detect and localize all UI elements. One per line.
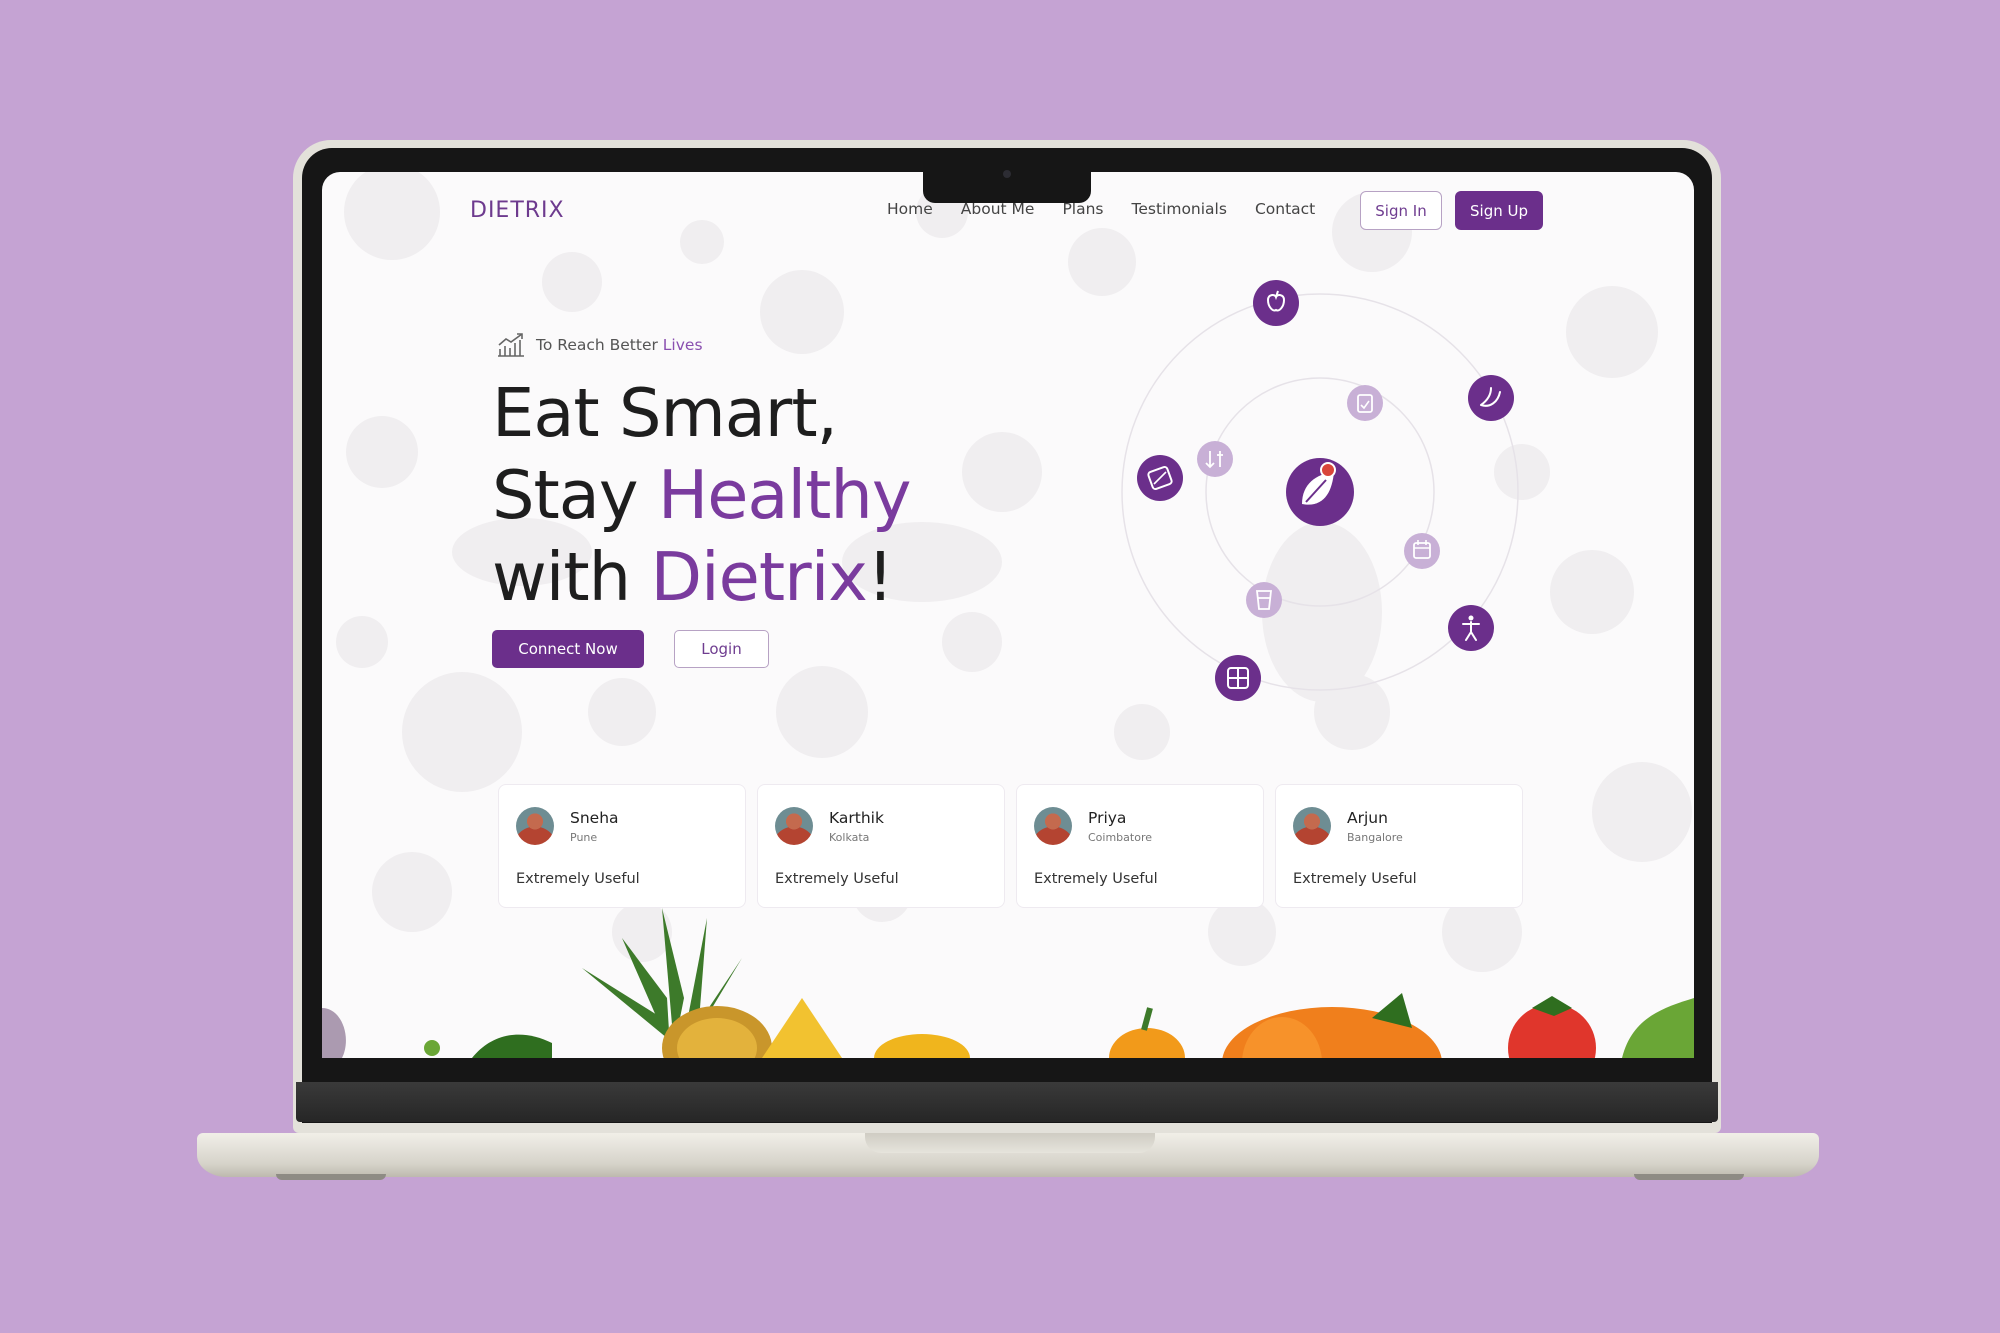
laptop-chin bbox=[296, 1082, 1718, 1122]
avatar bbox=[516, 807, 554, 845]
testimonial-card[interactable]: Karthik Kolkata Extremely Useful bbox=[757, 784, 1005, 908]
growth-chart-icon bbox=[498, 333, 524, 357]
headline-line-2: Stay Healthy bbox=[492, 454, 912, 536]
hero-headline: Eat Smart, Stay Healthy with Dietrix! bbox=[492, 372, 912, 618]
hero-section: To Reach Better Lives Eat Smart, Stay He… bbox=[492, 332, 912, 668]
headline-line-3-prefix: with bbox=[492, 538, 651, 616]
review-text: Extremely Useful bbox=[775, 871, 899, 887]
leaf-logo-icon bbox=[1286, 458, 1354, 526]
brand-logo[interactable]: DIETRIX bbox=[470, 198, 565, 223]
reviewer-name: Priya bbox=[1088, 809, 1127, 827]
nav-link-home[interactable]: Home bbox=[887, 200, 933, 218]
laptop-screen: DIETRIX Home About Me Plans Testimonials… bbox=[322, 172, 1694, 1058]
testimonial-cards: Sneha Pune Extremely Useful Karthik Kolk… bbox=[498, 784, 1523, 908]
fitness-icon[interactable] bbox=[1448, 605, 1494, 651]
reviewer-city: Bangalore bbox=[1347, 831, 1403, 844]
sort-icon[interactable] bbox=[1197, 441, 1233, 477]
testimonial-card[interactable]: Priya Coimbatore Extremely Useful bbox=[1016, 784, 1264, 908]
clipboard-icon[interactable] bbox=[1347, 385, 1383, 421]
nav-link-contact[interactable]: Contact bbox=[1255, 200, 1315, 218]
testimonial-card[interactable]: Arjun Bangalore Extremely Useful bbox=[1275, 784, 1523, 908]
tagline-accent: Lives bbox=[662, 336, 703, 354]
headline-line-3-suffix: ! bbox=[866, 538, 894, 616]
sign-up-button[interactable]: Sign Up bbox=[1455, 191, 1543, 230]
reviewer-name: Sneha bbox=[570, 809, 619, 827]
tagline-text: To Reach Better bbox=[536, 336, 663, 354]
orbit-illustration bbox=[1121, 280, 1519, 701]
glass-icon[interactable] bbox=[1246, 582, 1282, 618]
reviewer-city: Kolkata bbox=[829, 831, 870, 844]
avatar bbox=[775, 807, 813, 845]
reviewer-city: Pune bbox=[570, 831, 598, 844]
hero-tagline: To Reach Better Lives bbox=[496, 332, 910, 358]
apple-icon[interactable] bbox=[1253, 280, 1299, 326]
login-button[interactable]: Login bbox=[674, 630, 769, 668]
laptop-foot-left bbox=[276, 1174, 386, 1180]
review-text: Extremely Useful bbox=[516, 871, 640, 887]
avatar bbox=[1034, 807, 1072, 845]
headline-line-2-prefix: Stay bbox=[492, 456, 658, 534]
reviewer-name: Arjun bbox=[1347, 809, 1388, 827]
review-text: Extremely Useful bbox=[1034, 871, 1158, 887]
headline-line-3: with Dietrix! bbox=[492, 536, 910, 618]
headline-line-1: Eat Smart, bbox=[492, 374, 838, 452]
nav-link-testimonials[interactable]: Testimonials bbox=[1132, 200, 1227, 218]
connect-now-button[interactable]: Connect Now bbox=[492, 630, 644, 668]
reviewer-city: Coimbatore bbox=[1088, 831, 1152, 844]
headline-line-3-accent: Dietrix bbox=[650, 538, 868, 616]
percent-tag-icon[interactable] bbox=[1137, 455, 1183, 501]
laptop-opening-lip bbox=[865, 1133, 1155, 1153]
calendar-icon[interactable] bbox=[1404, 533, 1440, 569]
avatar bbox=[1293, 807, 1331, 845]
camera-icon bbox=[1003, 170, 1011, 178]
review-text: Extremely Useful bbox=[1293, 871, 1417, 887]
sign-in-button[interactable]: Sign In bbox=[1360, 191, 1442, 230]
hero-buttons: Connect Now Login bbox=[492, 630, 769, 668]
banana-icon[interactable] bbox=[1468, 375, 1514, 421]
laptop-foot-right bbox=[1634, 1174, 1744, 1180]
meal-plan-icon[interactable] bbox=[1215, 655, 1261, 701]
reviewer-name: Karthik bbox=[829, 809, 884, 827]
fresh-produce-illustration bbox=[322, 908, 1694, 1058]
headline-line-2-accent: Healthy bbox=[657, 456, 912, 534]
testimonial-card[interactable]: Sneha Pune Extremely Useful bbox=[498, 784, 746, 908]
